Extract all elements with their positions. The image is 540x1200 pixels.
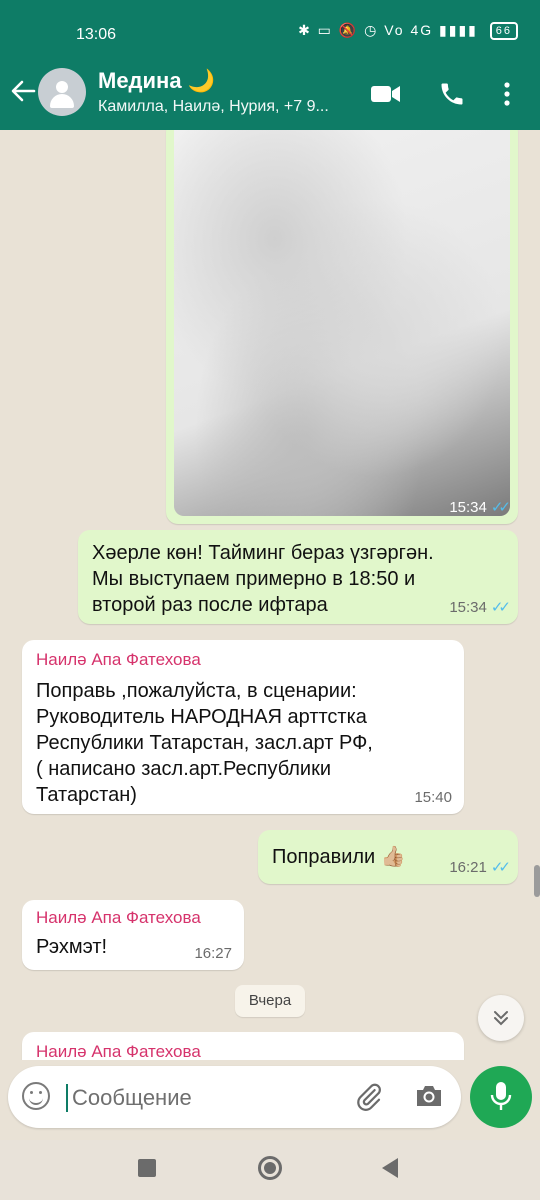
group-avatar-icon[interactable] <box>38 68 86 116</box>
message-line: Мы выступаем примерно в 18:50 и <box>92 568 416 590</box>
message-time: 15:34 <box>449 599 487 616</box>
chat-subtitle[interactable]: Камилла, Наилә, Нурия, +7 9... <box>98 98 329 116</box>
incoming-message[interactable]: Наилә Апа Фатехова Поправь ,пожалуйста, … <box>22 640 464 814</box>
message-line: Республики Татарстан, засл.арт РФ, <box>36 732 373 754</box>
outgoing-message[interactable]: Поправили 👍🏼 16:21 ✓✓ <box>258 830 518 884</box>
sender-name[interactable]: Наилә Апа Фатехова <box>36 650 201 670</box>
emoji-icon[interactable] <box>22 1082 50 1110</box>
status-time: 13:06 <box>76 26 117 43</box>
incoming-message[interactable]: Наилә Апа Фатехова Рэхмэт! 16:27 <box>22 900 244 970</box>
status-bar: 13:06 ✱ ▭ 🔕 ◷ Vo 4G ▮▮▮▮ 66 <box>0 0 540 60</box>
message-meta: 16:27 <box>194 945 232 962</box>
read-ticks-icon: ✓✓ <box>490 859 511 876</box>
read-ticks-icon: ✓✓ <box>490 499 511 516</box>
message-time: 16:27 <box>194 945 232 962</box>
message-line: второй раз после ифтара <box>92 594 328 616</box>
voice-record-button[interactable] <box>470 1066 532 1128</box>
chevrons-down-icon <box>491 1011 511 1033</box>
message-line: Хәерле көн! Тайминг бераз үзгәргән. <box>92 542 434 564</box>
message-meta: 15:34 ✓✓ <box>449 498 511 516</box>
outgoing-message[interactable]: Хәерле көн! Тайминг бераз үзгәргән. Мы в… <box>78 530 518 624</box>
message-time: 15:34 <box>449 499 487 516</box>
sender-name[interactable]: Наилә Апа Фатехова <box>36 908 201 928</box>
phone-icon[interactable] <box>438 80 466 113</box>
blurred-image[interactable] <box>174 130 510 516</box>
home-button[interactable] <box>258 1156 282 1180</box>
message-text: Поправь ,пожалуйста, в сценарии: Руковод… <box>36 678 373 808</box>
scrollbar-handle[interactable] <box>534 865 540 897</box>
message-composer[interactable] <box>8 1066 461 1128</box>
message-time: 16:21 <box>449 859 487 876</box>
date-separator: Вчера <box>235 985 305 1017</box>
video-call-icon[interactable] <box>370 80 402 113</box>
camera-icon[interactable] <box>414 1082 444 1115</box>
battery-icon: 66 <box>489 22 518 41</box>
message-time: 15:40 <box>414 789 452 806</box>
system-back-button[interactable] <box>382 1158 398 1178</box>
message-text: Поправили 👍🏼 <box>272 846 406 868</box>
back-arrow-icon[interactable] <box>10 78 36 111</box>
recents-button[interactable] <box>138 1159 156 1177</box>
message-line: Татарстан) <box>36 784 137 806</box>
system-nav-bar <box>0 1140 540 1200</box>
attach-icon[interactable] <box>354 1082 384 1117</box>
image-message[interactable]: 15:34 ✓✓ <box>166 130 518 524</box>
sender-name[interactable]: Наилә Апа Фатехова <box>36 1042 201 1060</box>
message-meta: 16:21 ✓✓ <box>449 858 511 876</box>
incoming-message[interactable]: Наилә Апа Фатехова <box>22 1032 464 1060</box>
message-line: Руководитель НАРОДНАЯ арттстка <box>36 706 367 728</box>
scroll-down-button[interactable] <box>478 995 524 1041</box>
more-vert-icon[interactable] <box>502 80 512 113</box>
chat-header: Медина 🌙 Камилла, Наилә, Нурия, +7 9... <box>0 60 540 130</box>
message-text: Хәерле көн! Тайминг бераз үзгәргән. Мы в… <box>92 540 434 618</box>
status-icons-text: ✱ ▭ 🔕 ◷ Vo 4G ▮▮▮▮ <box>298 22 478 38</box>
mic-icon <box>489 1081 513 1118</box>
chat-area[interactable]: 15:34 ✓✓ Хәерле көн! Тайминг бераз үзгәрг… <box>0 130 540 1060</box>
message-line: ( написано засл.арт.Республики <box>36 758 332 780</box>
read-ticks-icon: ✓✓ <box>490 599 511 616</box>
message-text: Рэхмэт! <box>36 936 108 958</box>
chat-title[interactable]: Медина 🌙 <box>98 68 215 94</box>
message-meta: 15:34 ✓✓ <box>449 598 511 616</box>
message-line: Поправь ,пожалуйста, в сценарии: <box>36 680 357 702</box>
message-meta: 15:40 <box>414 789 452 806</box>
message-input[interactable] <box>70 1078 334 1118</box>
text-cursor <box>66 1084 68 1112</box>
status-icons: ✱ ▭ 🔕 ◷ Vo 4G ▮▮▮▮ 66 <box>298 22 518 41</box>
